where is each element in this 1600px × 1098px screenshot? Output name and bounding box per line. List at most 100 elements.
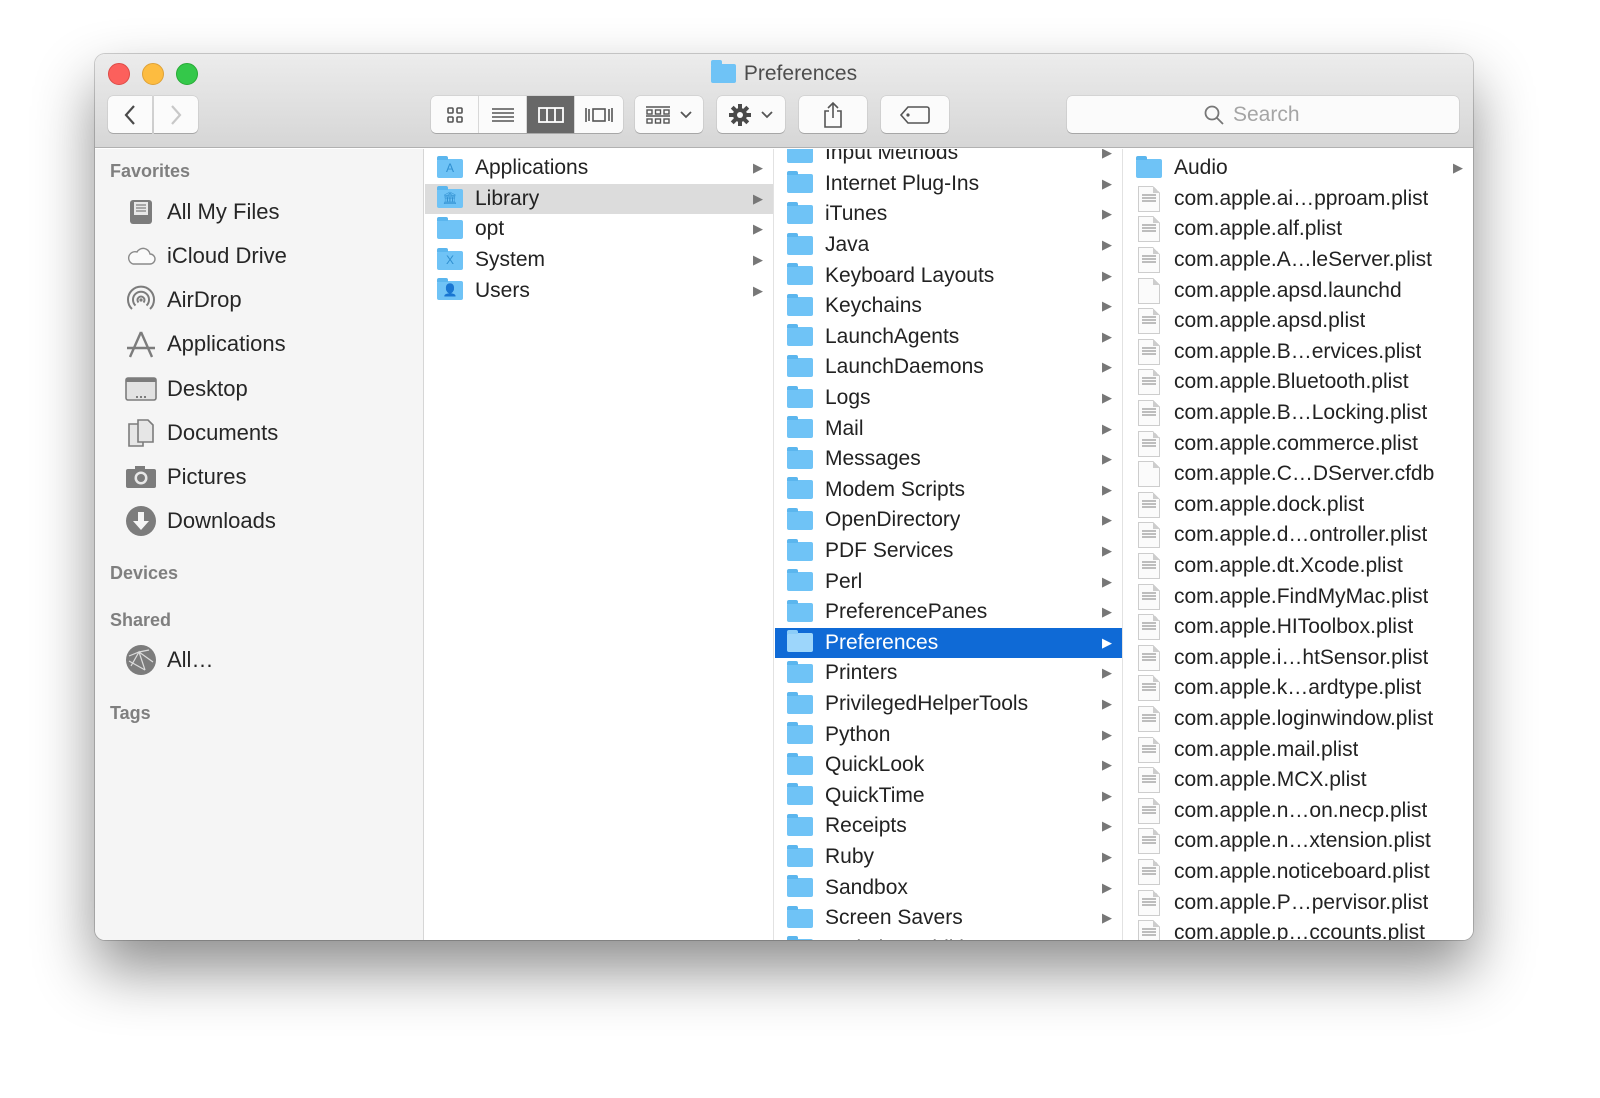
- list-item[interactable]: Input Methods ▶: [775, 149, 1122, 169]
- share-button[interactable]: [799, 96, 867, 133]
- folder-icon: [787, 599, 813, 622]
- disclosure-arrow-icon: ▶: [753, 190, 763, 206]
- list-item[interactable]: Sandbox ▶: [775, 872, 1122, 903]
- list-item[interactable]: com.apple.FindMyMac.plist: [1124, 581, 1473, 612]
- list-item[interactable]: X System ▶: [425, 245, 773, 276]
- list-item[interactable]: Perl ▶: [775, 566, 1122, 597]
- sidebar-item-shared-all[interactable]: All…: [125, 641, 213, 679]
- list-item[interactable]: Receipts ▶: [775, 811, 1122, 842]
- disclosure-arrow-icon: ▶: [1102, 879, 1112, 895]
- sidebar-item-applications[interactable]: Applications: [125, 325, 286, 363]
- list-item[interactable]: com.apple.Bluetooth.plist: [1124, 367, 1473, 398]
- list-item[interactable]: Screen Savers ▶: [775, 903, 1122, 934]
- list-item[interactable]: com.apple.loginwindow.plist: [1124, 704, 1473, 735]
- list-item[interactable]: com.apple.ai…pproam.plist: [1124, 184, 1473, 215]
- list-item[interactable]: PreferencePanes ▶: [775, 597, 1122, 628]
- list-item[interactable]: iTunes ▶: [775, 199, 1122, 230]
- list-item[interactable]: com.apple.mail.plist: [1124, 734, 1473, 765]
- item-label: com.apple.C…DServer.cfdb: [1174, 462, 1435, 486]
- sidebar-item-desktop[interactable]: Desktop: [125, 370, 248, 408]
- list-item[interactable]: Printers ▶: [775, 658, 1122, 689]
- list-item[interactable]: QuickLook ▶: [775, 750, 1122, 781]
- list-item[interactable]: com.apple.n…on.necp.plist: [1124, 796, 1473, 827]
- list-item[interactable]: com.apple.MCX.plist: [1124, 765, 1473, 796]
- folder-icon: [787, 660, 813, 683]
- list-item[interactable]: Scripting Additions▶: [775, 934, 1122, 940]
- list-item[interactable]: com.apple.d…ontroller.plist: [1124, 520, 1473, 551]
- list-item[interactable]: LaunchAgents ▶: [775, 322, 1122, 353]
- disclosure-arrow-icon: ▶: [1102, 696, 1112, 712]
- sidebar-item-pictures[interactable]: Pictures: [125, 458, 246, 496]
- list-item[interactable]: com.apple.C…DServer.cfdb: [1124, 459, 1473, 490]
- list-item[interactable]: 👤 Users ▶: [425, 275, 773, 306]
- disclosure-arrow-icon: ▶: [1102, 267, 1112, 283]
- action-button[interactable]: [717, 96, 785, 133]
- list-item[interactable]: OpenDirectory ▶: [775, 505, 1122, 536]
- forward-button[interactable]: [154, 96, 198, 133]
- list-item[interactable]: Ruby ▶: [775, 842, 1122, 873]
- list-item[interactable]: PDF Services ▶: [775, 536, 1122, 567]
- list-item[interactable]: com.apple.B…ervices.plist: [1124, 337, 1473, 368]
- list-item[interactable]: Modem Scripts ▶: [775, 475, 1122, 506]
- tags-button[interactable]: [881, 96, 949, 133]
- list-item[interactable]: Python ▶: [775, 719, 1122, 750]
- list-item[interactable]: com.apple.alf.plist: [1124, 214, 1473, 245]
- item-label: Audio: [1174, 156, 1228, 180]
- list-item[interactable]: 🏛 Library ▶: [425, 183, 773, 215]
- list-item[interactable]: Java ▶: [775, 230, 1122, 261]
- column-library: Input Methods ▶ Internet Plug-Ins ▶ iTunes ▶ J…: [775, 149, 1123, 940]
- sidebar-item-all-my-files[interactable]: All My Files: [125, 193, 279, 231]
- list-item[interactable]: com.apple.p…ccounts.plist: [1124, 918, 1473, 940]
- list-item[interactable]: com.apple.apsd.plist: [1124, 306, 1473, 337]
- search-field[interactable]: [1067, 96, 1459, 133]
- sidebar-item-label: Applications: [167, 331, 286, 356]
- item-label: Printers: [825, 661, 898, 685]
- search-input[interactable]: [1233, 102, 1323, 127]
- icon-view-button[interactable]: [431, 96, 479, 133]
- list-item[interactable]: Audio ▶: [1124, 153, 1473, 184]
- list-item[interactable]: PrivilegedHelperTools ▶: [775, 689, 1122, 720]
- sidebar-item-downloads[interactable]: Downloads: [125, 502, 276, 540]
- list-item[interactable]: com.apple.dock.plist: [1124, 490, 1473, 521]
- sidebar-item-airdrop[interactable]: AirDrop: [125, 281, 242, 319]
- back-button[interactable]: [108, 96, 152, 133]
- sidebar-item-icloud-drive[interactable]: iCloud Drive: [125, 237, 287, 275]
- disclosure-arrow-icon: ▶: [1102, 206, 1112, 222]
- list-item[interactable]: com.apple.P…pervisor.plist: [1124, 887, 1473, 918]
- disclosure-arrow-icon: ▶: [753, 282, 763, 298]
- column-view-button[interactable]: [527, 96, 575, 133]
- list-item[interactable]: com.apple.commerce.plist: [1124, 428, 1473, 459]
- disclosure-arrow-icon: ▶: [1453, 160, 1463, 176]
- list-item[interactable]: com.apple.apsd.launchd: [1124, 275, 1473, 306]
- item-label: Input Methods: [825, 149, 959, 165]
- cover-flow-icon: [585, 107, 613, 122]
- list-item[interactable]: Logs ▶: [775, 383, 1122, 414]
- list-item[interactable]: com.apple.dt.Xcode.plist: [1124, 551, 1473, 582]
- list-item[interactable]: com.apple.i…htSensor.plist: [1124, 643, 1473, 674]
- folder-icon: [787, 936, 813, 940]
- list-item[interactable]: Keyboard Layouts ▶: [775, 260, 1122, 291]
- list-item[interactable]: com.apple.noticeboard.plist: [1124, 857, 1473, 888]
- list-item[interactable]: A Applications ▶: [425, 153, 773, 184]
- list-item[interactable]: Messages ▶: [775, 444, 1122, 475]
- list-item[interactable]: com.apple.HIToolbox.plist: [1124, 612, 1473, 643]
- list-item[interactable]: Keychains ▶: [775, 291, 1122, 322]
- list-item[interactable]: com.apple.k…ardtype.plist: [1124, 673, 1473, 704]
- list-item[interactable]: com.apple.B…Locking.plist: [1124, 398, 1473, 429]
- item-label: com.apple.apsd.launchd: [1174, 278, 1402, 302]
- item-label: Applications: [475, 156, 589, 180]
- item-label: Receipts: [825, 814, 907, 838]
- list-item[interactable]: com.apple.n…xtension.plist: [1124, 826, 1473, 857]
- list-item[interactable]: Preferences ▶: [775, 627, 1122, 659]
- list-item[interactable]: opt ▶: [425, 214, 773, 245]
- list-item[interactable]: com.apple.A…leServer.plist: [1124, 245, 1473, 276]
- list-item[interactable]: Mail ▶: [775, 413, 1122, 444]
- list-item[interactable]: Internet Plug-Ins ▶: [775, 169, 1122, 200]
- chevron-down-icon: [761, 110, 773, 118]
- sidebar-item-documents[interactable]: Documents: [125, 414, 278, 452]
- list-item[interactable]: LaunchDaemons ▶: [775, 352, 1122, 383]
- list-view-button[interactable]: [479, 96, 527, 133]
- arrange-button[interactable]: [635, 96, 703, 133]
- cover-flow-view-button[interactable]: [575, 96, 623, 133]
- list-item[interactable]: QuickTime ▶: [775, 781, 1122, 812]
